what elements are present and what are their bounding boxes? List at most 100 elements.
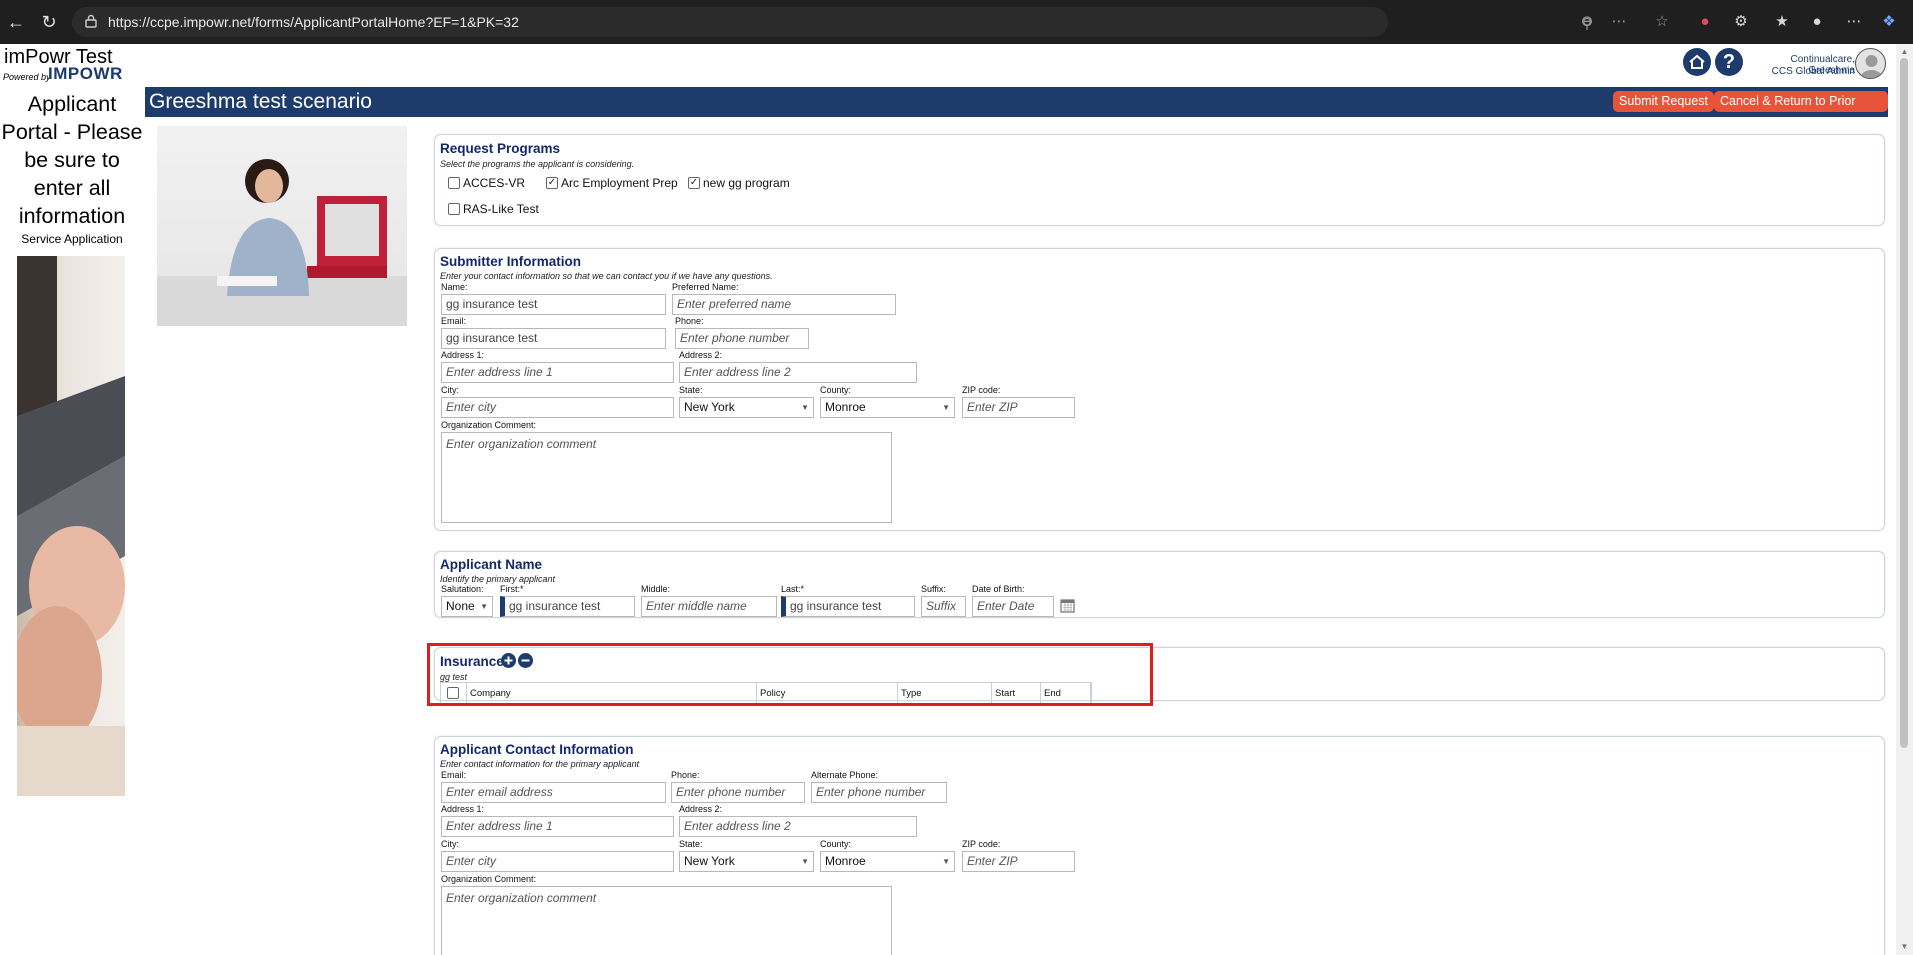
middle-name-field[interactable]: Enter middle name [641, 596, 777, 617]
checkbox-arc-employment-prep[interactable]: ✓ [546, 177, 558, 189]
contact-phone-label: Phone: [671, 770, 700, 780]
scrollbar-thumb[interactable] [1900, 58, 1908, 748]
back-icon[interactable]: ← [4, 10, 28, 34]
last-name-field[interactable]: gg insurance test [781, 596, 915, 617]
submitter-name-field[interactable]: gg insurance test [441, 294, 666, 315]
more-menu-icon[interactable]: ⋯ [1843, 11, 1865, 33]
alt-phone-label: Alternate Phone: [811, 770, 879, 780]
side-laptop-image [17, 256, 125, 796]
submitter-zip-field[interactable]: Enter ZIP [962, 397, 1075, 418]
extension-icon[interactable]: ● [1694, 11, 1716, 33]
submitter-address2-field[interactable]: Enter address line 2 [679, 362, 917, 383]
contact-state-select[interactable]: New York ▼ [679, 851, 814, 872]
contact-city-field[interactable]: Enter city [441, 851, 674, 872]
home-icon[interactable] [1683, 48, 1711, 76]
reading-mode-icon[interactable]: ⋯ [1608, 11, 1630, 33]
cancel-return-button[interactable]: Cancel & Return to Prior Page [1714, 91, 1888, 129]
site-info-icon[interactable] [84, 14, 98, 28]
contact-email-field[interactable]: Enter email address [441, 782, 666, 803]
checkbox-label: RAS-Like Test [463, 202, 539, 216]
avatar[interactable] [1855, 48, 1886, 79]
submitter-email-field[interactable]: gg insurance test [441, 328, 666, 349]
contact-county-value: Monroe [825, 854, 866, 868]
form-title: Greeshma test scenario [149, 90, 372, 113]
scroll-up-icon[interactable]: ▲ [1900, 47, 1909, 56]
zip-label: ZIP code: [962, 385, 1001, 395]
contact-zip-field[interactable]: Enter ZIP [962, 851, 1075, 872]
submitter-city-field[interactable]: Enter city [441, 397, 674, 418]
extensions-puzzle-icon[interactable]: ⚙ [1730, 11, 1752, 33]
applicant-contact-section: Applicant Contact Information Enter cont… [434, 736, 1885, 955]
vertical-scrollbar[interactable]: ▲ ▼ [1896, 44, 1913, 955]
contact-county-select[interactable]: Monroe ▼ [820, 851, 955, 872]
submit-request-button[interactable]: Submit Request [1613, 91, 1714, 112]
first-name-field[interactable]: gg insurance test [500, 596, 635, 617]
contact-comment-textarea[interactable]: Enter organization comment [441, 886, 892, 955]
address1-label: Address 1: [441, 350, 485, 360]
salutation-value: None [446, 599, 475, 613]
help-icon[interactable]: ? [1715, 48, 1743, 76]
salutation-select[interactable]: None ▼ [441, 596, 493, 617]
submitter-phone-field[interactable]: Enter phone number [675, 328, 809, 349]
request-programs-subtitle: Select the programs the applicant is con… [440, 159, 635, 169]
chevron-down-icon: ▼ [801, 857, 809, 866]
first-name-label: First:* [500, 584, 524, 594]
favorites-icon[interactable]: ★ [1771, 11, 1793, 33]
checkbox-acces-vr[interactable] [448, 177, 460, 189]
salutation-label: Salutation: [441, 584, 484, 594]
request-programs-title: Request Programs [440, 141, 561, 156]
submitter-comment-textarea[interactable]: Enter organization comment [441, 432, 892, 523]
refresh-icon[interactable]: ↻ [37, 10, 61, 34]
page-content: imPowr Test Powered by IMPOWR Applicant … [0, 44, 1896, 955]
state-value: New York [684, 400, 735, 414]
url-text: https://ccpe.impowr.net/forms/ApplicantP… [108, 14, 519, 30]
user-area: ? Continualcare, Greeshma CCS Global Adm… [1680, 44, 1890, 84]
preferred-name-field[interactable]: Enter preferred name [672, 294, 896, 315]
calendar-icon[interactable] [1060, 598, 1075, 613]
request-programs-section: Request Programs Select the programs the… [434, 134, 1885, 226]
woman-at-computer-image [157, 126, 407, 326]
checkbox-label: new gg program [703, 176, 790, 190]
middle-name-label: Middle: [641, 584, 671, 594]
user-role: CCS Global Admin [1771, 66, 1855, 77]
copilot-icon[interactable]: ❖ [1878, 11, 1900, 33]
state-label: State: [679, 385, 703, 395]
contact-email-label: Email: [441, 770, 467, 780]
email-label: Email: [441, 316, 467, 326]
suffix-field[interactable]: Suffix [921, 596, 966, 617]
checkbox-new-gg-program[interactable]: ✓ [688, 177, 700, 189]
contact-address2-field[interactable]: Enter address line 2 [679, 816, 917, 837]
chevron-down-icon: ▼ [942, 403, 950, 412]
submitter-state-select[interactable]: New York ▼ [679, 397, 814, 418]
county-value: Monroe [825, 400, 866, 414]
contact-zip-label: ZIP code: [962, 839, 1001, 849]
submitter-subtitle: Enter your contact information so that w… [440, 271, 773, 281]
checkbox-ras-like-test[interactable] [448, 203, 460, 215]
address-bar[interactable]: https://ccpe.impowr.net/forms/ApplicantP… [72, 7, 1592, 37]
profile-icon[interactable]: ● [1806, 11, 1828, 33]
insurance-highlight-box [427, 643, 1153, 706]
chevron-down-icon: ▼ [942, 857, 950, 866]
contact-city-label: City: [441, 839, 459, 849]
scroll-down-icon[interactable]: ▼ [1900, 942, 1909, 951]
favorite-star-icon[interactable]: ☆ [1651, 11, 1673, 33]
contact-state-value: New York [684, 854, 735, 868]
city-label: City: [441, 385, 459, 395]
submitter-title: Submitter Information [440, 254, 581, 269]
browser-toolbar: ← ↻ https://ccpe.impowr.net/forms/Applic… [0, 0, 1913, 44]
zoom-out-icon[interactable]: ⊖ [1576, 11, 1598, 33]
address2-label: Address 2: [679, 350, 723, 360]
contact-phone-field[interactable]: Enter phone number [671, 782, 805, 803]
date-of-birth-field[interactable]: Enter Date [972, 596, 1054, 617]
submitter-information-section: Submitter Information Enter your contact… [434, 248, 1885, 531]
preferred-name-label: Preferred Name: [672, 282, 739, 292]
contact-address1-field[interactable]: Enter address line 1 [441, 816, 674, 837]
contact-title: Applicant Contact Information [440, 742, 634, 757]
form-header-bar: Greeshma test scenario Submit Request Ca… [145, 87, 1888, 129]
submitter-address1-field[interactable]: Enter address line 1 [441, 362, 674, 383]
contact-subtitle: Enter contact information for the primar… [440, 759, 640, 769]
phone-label: Phone: [675, 316, 704, 326]
contact-alt-phone-field[interactable]: Enter phone number [811, 782, 947, 803]
submitter-county-select[interactable]: Monroe ▼ [820, 397, 955, 418]
service-application-label: Service Application [21, 232, 123, 246]
